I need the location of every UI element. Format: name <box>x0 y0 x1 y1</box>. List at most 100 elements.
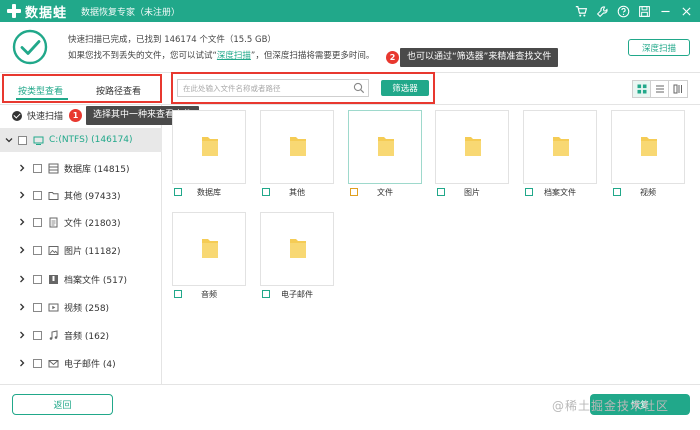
title-bar: 数据蛙 数据恢复专家（未注册） <box>0 0 700 22</box>
window-controls <box>573 3 694 19</box>
grid-item-video[interactable]: 视频 <box>611 110 685 201</box>
grid-item-email[interactable]: 电子邮件 <box>260 212 334 303</box>
folder-icon <box>641 137 657 156</box>
close-icon[interactable] <box>678 3 694 19</box>
app-name: 数据蛙 <box>25 5 68 21</box>
settings-icon[interactable] <box>594 3 610 19</box>
item-label: 视频 <box>640 188 656 197</box>
folder-icon <box>378 137 394 156</box>
folder-icon <box>290 137 306 156</box>
category-checkbox[interactable] <box>33 302 42 312</box>
folder-thumbnail[interactable] <box>523 110 597 184</box>
sidebar-item-email[interactable]: 电子邮件 (4) <box>0 355 162 371</box>
drive-label: C:(NTFS) (146174) <box>49 135 133 145</box>
chevron-right-icon[interactable] <box>17 190 27 200</box>
database-icon <box>48 163 59 173</box>
chevron-right-icon[interactable] <box>17 330 27 340</box>
detail-view-icon <box>673 84 682 94</box>
back-button[interactable]: 返回 <box>12 394 113 415</box>
grid-view-button[interactable] <box>633 81 651 97</box>
deep-scan-button[interactable]: 深度扫描 <box>628 39 690 56</box>
minimize-icon[interactable] <box>657 3 673 19</box>
grid-item-database[interactable]: 数据库 <box>172 110 246 201</box>
category-checkbox[interactable] <box>33 245 42 255</box>
document-icon <box>49 217 58 227</box>
hard-drive-icon <box>33 136 44 145</box>
item-label: 图片 <box>464 188 480 197</box>
search-icon[interactable] <box>353 82 365 94</box>
folder-thumbnail[interactable] <box>611 110 685 184</box>
audio-icon <box>49 329 58 340</box>
scan-complete-check-icon <box>12 29 48 65</box>
sidebar-item-archive[interactable]: 档案文件 (517) <box>0 271 162 287</box>
item-label: 音频 <box>201 290 217 299</box>
item-label: 其他 <box>289 188 305 197</box>
sidebar-item-audio[interactable]: 音频 (162) <box>0 327 162 343</box>
grid-item-document[interactable]: 文件 <box>348 110 422 201</box>
cart-icon[interactable] <box>573 3 589 19</box>
category-sidebar: 快速扫描 C:(NTFS) (146174) 数据库 (14815) 其他 (9… <box>0 104 162 384</box>
tab-by-path[interactable]: 按路径查看 <box>96 84 141 97</box>
folder-thumbnail[interactable] <box>172 110 246 184</box>
sidebar-item-other[interactable]: 其他 (97433) <box>0 187 162 203</box>
cross-logo-icon <box>6 3 22 19</box>
chevron-right-icon[interactable] <box>17 302 27 312</box>
chevron-right-icon[interactable] <box>17 274 27 284</box>
tooltip-badge-2: 2 <box>386 51 399 64</box>
folder-thumbnail[interactable] <box>172 212 246 286</box>
email-icon <box>48 359 59 367</box>
deep-scan-link[interactable]: 深度扫描 <box>217 51 251 61</box>
chevron-right-icon[interactable] <box>17 358 27 368</box>
category-checkbox[interactable] <box>33 274 42 284</box>
chevron-right-icon[interactable] <box>17 217 27 227</box>
sidebar-item-label: 电子邮件 (4) <box>64 359 116 370</box>
scan-status-area: 快速扫描已完成，已找到 146174 个文件（15.5 GB） 如果您找不到丢失… <box>0 22 700 72</box>
folder-thumbnail-selected[interactable] <box>348 110 422 184</box>
folder-thumbnail[interactable] <box>435 110 509 184</box>
sidebar-item-document[interactable]: 文件 (21803) <box>0 214 162 230</box>
sidebar-item-database[interactable]: 数据库 (14815) <box>0 160 162 176</box>
sidebar-item-video[interactable]: 视频 (258) <box>0 299 162 315</box>
active-tab-underline <box>16 98 68 100</box>
chevron-down-icon[interactable] <box>4 135 14 145</box>
filter-tooltip: 也可以通过“筛选器”来精准查找文件 <box>400 48 559 67</box>
search-input[interactable] <box>178 80 353 96</box>
image-icon <box>48 245 59 255</box>
list-view-icon <box>655 85 664 93</box>
list-view-button[interactable] <box>651 81 669 97</box>
save-icon[interactable] <box>636 3 652 19</box>
grid-item-archive[interactable]: 档案文件 <box>523 110 597 201</box>
tab-by-type[interactable]: 按类型查看 <box>18 84 63 97</box>
sidebar-item-label: 视频 (258) <box>64 303 110 314</box>
folder-thumbnail[interactable] <box>260 110 334 184</box>
folder-icon <box>465 137 481 156</box>
quick-scan-item[interactable]: 快速扫描 <box>12 109 63 122</box>
sidebar-item-label: 图片 (11182) <box>64 246 121 257</box>
drive-c-row[interactable]: C:(NTFS) (146174) <box>0 128 162 152</box>
item-label: 档案文件 <box>544 188 576 197</box>
sidebar-item-label: 音频 (162) <box>64 331 110 342</box>
grid-view-icon <box>637 84 646 94</box>
item-label: 数据库 <box>197 188 221 197</box>
quick-scan-check-icon <box>12 110 22 121</box>
folder-thumbnail[interactable] <box>260 212 334 286</box>
grid-item-audio[interactable]: 音频 <box>172 212 246 303</box>
chevron-right-icon[interactable] <box>17 163 27 173</box>
help-icon[interactable] <box>615 3 631 19</box>
grid-item-other[interactable]: 其他 <box>260 110 334 201</box>
category-checkbox[interactable] <box>33 330 42 340</box>
window-title: 数据恢复专家（未注册） <box>81 7 181 18</box>
chevron-right-icon[interactable] <box>17 245 27 255</box>
category-checkbox[interactable] <box>33 217 42 227</box>
category-checkbox[interactable] <box>33 358 42 368</box>
grid-item-image[interactable]: 图片 <box>435 110 509 201</box>
drive-checkbox[interactable] <box>18 135 27 145</box>
filter-button[interactable]: 筛选器 <box>381 80 429 96</box>
video-icon <box>48 303 59 311</box>
category-checkbox[interactable] <box>33 163 42 173</box>
detail-view-button[interactable] <box>669 81 687 97</box>
folder-icon <box>553 137 569 156</box>
sidebar-item-image[interactable]: 图片 (11182) <box>0 242 162 258</box>
category-checkbox[interactable] <box>33 190 42 200</box>
scan-result-text: 快速扫描已完成，已找到 146174 个文件（15.5 GB） <box>68 35 276 45</box>
